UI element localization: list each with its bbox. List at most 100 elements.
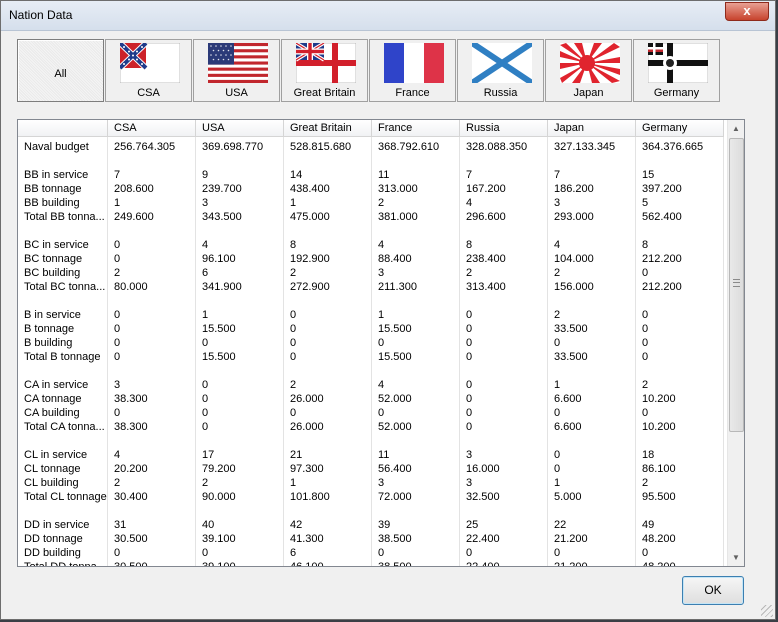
table-row[interactable]: DD tonnage 30.500 39.100 41.300 38.500 22.400…: [18, 532, 728, 546]
table-row[interactable]: Total CA tonna... 38.300 0 26.000 52.000 0 6.6…: [18, 420, 728, 434]
table-row[interactable]: [18, 504, 728, 518]
csa-flag-icon: [120, 43, 180, 83]
row-label: BB in service: [24, 169, 89, 181]
table-cell: 6.600: [554, 393, 582, 405]
table-cell: 30.500: [114, 561, 148, 567]
table-row[interactable]: CA building 0 0 0 0 0 0 0: [18, 406, 728, 420]
table-cell: 7: [554, 169, 561, 181]
tab-japan[interactable]: Japan: [545, 39, 632, 102]
table-cell: 5.000: [554, 491, 582, 503]
row-label: CA building: [24, 407, 80, 419]
close-button[interactable]: x: [725, 2, 769, 21]
table-cell: 4: [466, 197, 473, 209]
tab-label: Russia: [483, 87, 518, 99]
table-row[interactable]: Total BC tonna... 80.000 341.900 272.900 211…: [18, 280, 728, 294]
column-header-germany[interactable]: Germany: [636, 120, 724, 137]
table-row[interactable]: B building 0 0 0 0 0 0 0: [18, 336, 728, 350]
table-cell: 1: [114, 197, 121, 209]
table-row[interactable]: B in service 0 1 0 1 0 2 0: [18, 308, 728, 322]
table-cell: [548, 504, 636, 518]
table-row[interactable]: BC building 2 6 2 3 2 2 0: [18, 266, 728, 280]
table-cell: 88.400: [378, 253, 412, 265]
table-row[interactable]: Total B tonnage 0 15.500 0 15.500 0 33.500 0: [18, 350, 728, 364]
column-header-usa[interactable]: USA: [196, 120, 284, 137]
tab-usa[interactable]: USA: [193, 39, 280, 102]
table-row[interactable]: BC in service 0 4 8 4 8 4 8: [18, 238, 728, 252]
table-row[interactable]: BC tonnage 0 96.100 192.900 88.400 238.400 104…: [18, 252, 728, 266]
ok-button[interactable]: OK: [682, 576, 744, 605]
table-cell: 0: [290, 323, 297, 335]
table-row[interactable]: [18, 434, 728, 448]
row-label: B tonnage: [24, 323, 75, 335]
tab-great-britain[interactable]: Great Britain: [281, 39, 368, 102]
table-cell: [372, 224, 460, 238]
table-row[interactable]: CL in service 4 17 21 11 3 0 18: [18, 448, 728, 462]
table-cell: [548, 224, 636, 238]
table-row[interactable]: [18, 224, 728, 238]
table-cell: 0: [642, 337, 649, 349]
table-cell: 4: [202, 239, 209, 251]
scrollbar-thumb[interactable]: [729, 138, 744, 432]
table-cell: 0: [114, 337, 121, 349]
column-header-label[interactable]: [18, 120, 108, 137]
table-cell: 21.200: [554, 533, 588, 545]
table-cell: [196, 154, 284, 168]
table-row[interactable]: DD building 0 0 6 0 0 0 0: [18, 546, 728, 560]
scroll-up-icon[interactable]: ▲: [728, 120, 744, 137]
table-cell: 3: [378, 477, 385, 489]
tab-germany[interactable]: Germany: [633, 39, 720, 102]
table-cell: 0: [466, 379, 473, 391]
table-row[interactable]: [18, 294, 728, 308]
tab-france[interactable]: France: [369, 39, 456, 102]
column-header-japan[interactable]: Japan: [548, 120, 636, 137]
tab-csa[interactable]: CSA: [105, 39, 192, 102]
column-header-great-britain[interactable]: Great Britain: [284, 120, 372, 137]
tab-all[interactable]: All: [17, 39, 104, 102]
row-label: B building: [24, 337, 73, 349]
table-row[interactable]: BB tonnage 208.600 239.700 438.400 313.000 16…: [18, 182, 728, 196]
table-cell: 256.764.305: [114, 141, 176, 153]
table-cell: 0: [642, 323, 649, 335]
row-label: Total B tonnage: [24, 351, 101, 363]
table-cell: 7: [466, 169, 473, 181]
table-row[interactable]: BB in service 7 9 14 11 7 7 15: [18, 168, 728, 182]
table-row[interactable]: CL building 2 2 1 3 3 1 2: [18, 476, 728, 490]
table-cell: 0: [642, 351, 649, 363]
table-row[interactable]: CA tonnage 38.300 0 26.000 52.000 0 6.600 10.20…: [18, 392, 728, 406]
table-row[interactable]: CA in service 3 0 2 4 0 1 2: [18, 378, 728, 392]
tab-russia[interactable]: Russia: [457, 39, 544, 102]
table-cell: [284, 224, 372, 238]
table-row[interactable]: Total DD tonna... 30.500 39.100 46.100 38.50…: [18, 560, 728, 567]
vertical-scrollbar[interactable]: ▲ ▼: [727, 120, 744, 566]
title-bar[interactable]: Nation Data x: [1, 1, 775, 31]
table-cell: 8: [290, 239, 297, 251]
table-cell: 0: [202, 421, 209, 433]
table-row[interactable]: BB building 1 3 1 2 4 3 5: [18, 196, 728, 210]
nation-data-table[interactable]: CSA USA Great Britain France Russia Japa…: [17, 119, 745, 567]
table-row[interactable]: CL tonnage 20.200 79.200 97.300 56.400 16.000…: [18, 462, 728, 476]
nation-tabs: All CSA USA Great Britain France Russia …: [17, 39, 723, 102]
column-header-france[interactable]: France: [372, 120, 460, 137]
table-row[interactable]: DD in service 31 40 42 39 25 22 49: [18, 518, 728, 532]
table-cell: 3: [466, 449, 473, 461]
resize-grip-icon[interactable]: [761, 605, 773, 617]
table-cell: 39.100: [202, 561, 236, 567]
table-row[interactable]: Total CL tonnage 30.400 90.000 101.800 72.00…: [18, 490, 728, 504]
table-cell: 0: [642, 309, 649, 321]
table-cell: 95.500: [642, 491, 676, 503]
table-cell: 48.200: [642, 561, 676, 567]
table-row[interactable]: Total BB tonna... 249.600 343.500 475.000 38…: [18, 210, 728, 224]
table-row[interactable]: B tonnage 0 15.500 0 15.500 0 33.500 0: [18, 322, 728, 336]
table-cell: 0: [378, 337, 385, 349]
table-row[interactable]: [18, 154, 728, 168]
table-cell: 2: [290, 379, 297, 391]
table-cell: 11: [378, 169, 390, 181]
table-cell: [372, 154, 460, 168]
scroll-down-icon[interactable]: ▼: [728, 549, 744, 566]
column-header-russia[interactable]: Russia: [460, 120, 548, 137]
table-row[interactable]: Naval budget 256.764.305 369.698.770 528.81…: [18, 140, 728, 154]
grip-icon: [733, 279, 740, 287]
table-cell: 3: [554, 197, 561, 209]
table-row[interactable]: [18, 364, 728, 378]
column-header-csa[interactable]: CSA: [108, 120, 196, 137]
